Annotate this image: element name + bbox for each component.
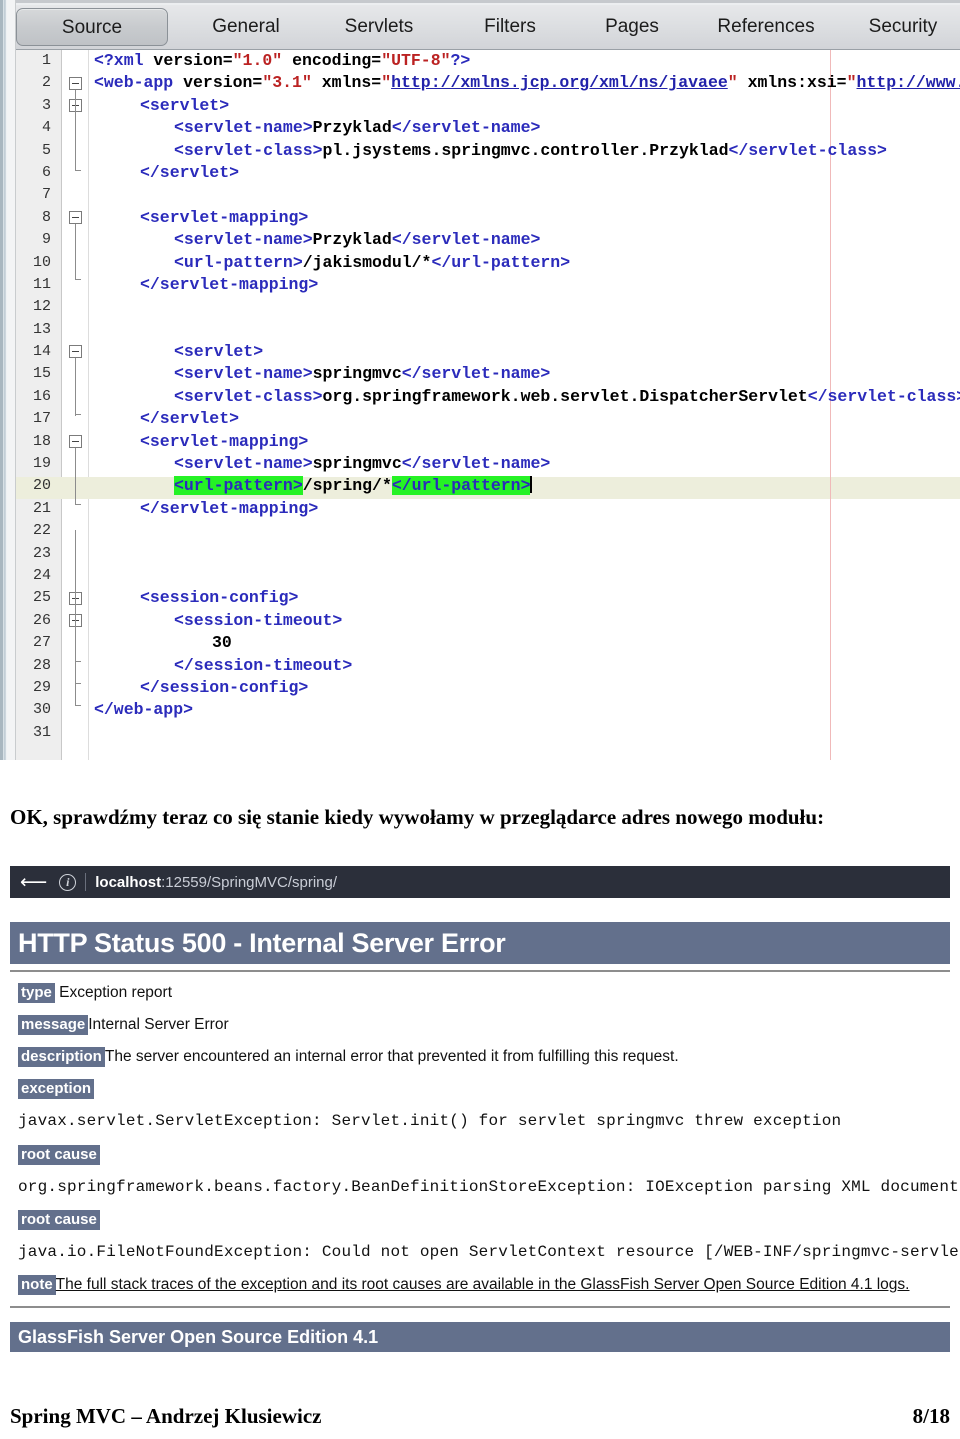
error-label-root-cause-2: root cause — [18, 1210, 100, 1230]
tab-pages[interactable]: Pages — [584, 8, 680, 46]
root-cause-label-2-row: root cause — [18, 1210, 100, 1230]
code-line: <servlet-name>Przyklad</servlet-name> — [174, 230, 541, 250]
http-status-banner: HTTP Status 500 - Internal Server Error — [10, 922, 950, 964]
tab-references[interactable]: References — [702, 8, 830, 46]
error-label-description: description — [18, 1047, 105, 1067]
code-line: <servlet> — [174, 342, 264, 362]
code-line: </servlet> — [140, 409, 240, 429]
code-line: </servlet-mapping> — [140, 274, 319, 294]
code-line: <session-timeout> — [174, 610, 343, 630]
window-left-panel — [7, 0, 16, 760]
code-line: </servlet-mapping> — [140, 498, 319, 518]
code-line: <session-config> — [140, 588, 299, 608]
tab-security[interactable]: Security — [848, 8, 958, 46]
xml-code-editor[interactable]: 1 2 3 4 5 6 7 8 9 10 11 12 13 14 15 16 17 18 19 20 21 22 23 24 2… — [16, 50, 960, 760]
url-path: :12559/SpringMVC/spring/ — [161, 873, 338, 891]
code-line: <servlet-name>springmvc</servlet-name> — [174, 454, 551, 474]
error-label-root-cause-1: root cause — [18, 1145, 100, 1165]
exception-stack-line: javax.servlet.ServletException: Servlet.… — [18, 1112, 842, 1130]
http-status-title: HTTP Status 500 - Internal Server Error — [18, 927, 506, 958]
code-line: <servlet-mapping> — [140, 431, 309, 451]
error-label-type: type — [18, 983, 55, 1003]
info-circle-icon[interactable]: i — [59, 873, 77, 891]
code-line: <servlet-class>org.springframework.web.s… — [174, 386, 960, 406]
browser-url-bar[interactable]: ⟵ i localhost:12559/SpringMVC/spring/ — [10, 866, 950, 898]
code-line: <?xml version="1.0" encoding="UTF-8"?> — [94, 51, 471, 70]
code-line: </servlet> — [140, 162, 240, 182]
tab-general[interactable]: General — [186, 8, 306, 46]
url-host: localhost — [95, 873, 162, 891]
code-line: <servlet-name>springmvc</servlet-name> — [174, 364, 551, 384]
code-line: <servlet-class>pl.jsystems.springmvc.con… — [174, 140, 887, 160]
tabstrip-top-highlight — [16, 3, 960, 5]
error-value-description: The server encountered an internal error… — [104, 1048, 679, 1065]
tab-source[interactable]: Source — [16, 8, 168, 46]
text-caret — [530, 476, 533, 494]
code-lines: <?xml version="1.0" encoding="UTF-8"?> <… — [16, 50, 960, 744]
code-line-selected: <url-pattern>/spring/*</url-pattern> — [174, 476, 533, 496]
tab-source-wrap: Source — [16, 8, 168, 46]
code-line: </web-app> — [94, 700, 194, 720]
browser-screenshot: ⟵ i localhost:12559/SpringMVC/spring/ HT… — [10, 866, 960, 1366]
glassfish-footer-text: GlassFish Server Open Source Edition 4.1 — [18, 1326, 379, 1347]
error-label-exception: exception — [18, 1079, 95, 1099]
code-line: <web-app version="3.1" xmlns="http://xml… — [94, 73, 960, 93]
root-cause-label-1-row: root cause — [18, 1145, 100, 1165]
error-value-message: Internal Server Error — [88, 1016, 229, 1033]
tab-servlets[interactable]: Servlets — [320, 8, 438, 46]
error-row-description: description The server encountered an int… — [18, 1047, 679, 1067]
error-row-type: type Exception report — [18, 983, 173, 1003]
error-label-note: note — [18, 1275, 56, 1295]
page-number: 8/18 — [912, 1404, 950, 1428]
error-value-type: Exception report — [54, 984, 173, 1001]
root-cause-line-1: org.springframework.beans.factory.BeanDe… — [18, 1178, 960, 1196]
error-label-message: message — [18, 1015, 89, 1035]
error-row-message: message Internal Server Error — [18, 1015, 229, 1035]
back-arrow-icon[interactable]: ⟵ — [20, 872, 47, 892]
window-left-border — [0, 0, 3, 760]
code-line: </session-config> — [140, 677, 309, 697]
url-divider — [85, 873, 87, 891]
root-cause-line-2: java.io.FileNotFoundException: Could not… — [18, 1243, 960, 1261]
code-line: <servlet-mapping> — [140, 207, 309, 227]
page-footer-title: Spring MVC – Andrzej Klusiewicz — [10, 1404, 322, 1428]
code-line: </session-timeout> — [174, 655, 353, 675]
error-row-exception: exception — [18, 1079, 95, 1099]
glassfish-footer-banner: GlassFish Server Open Source Edition 4.1 — [10, 1322, 950, 1352]
page-footer: Spring MVC – Andrzej Klusiewicz 8/18 — [0, 1404, 960, 1436]
document-page: Source General Servlets Filters Pages Re… — [0, 0, 960, 1439]
note-text: The full stack traces of the exception a… — [55, 1276, 910, 1293]
caption-text: OK, sprawdźmy teraz co się stanie kiedy … — [10, 805, 825, 829]
code-line: <url-pattern>/jakismodul/*</url-pattern> — [174, 252, 571, 272]
code-line: 30 — [212, 633, 232, 653]
divider-top — [10, 970, 950, 972]
code-line: <servlet-name>Przyklad</servlet-name> — [174, 118, 541, 138]
note-row: note The full stack traces of the excepti… — [18, 1275, 910, 1295]
tab-filters[interactable]: Filters — [460, 8, 560, 46]
netbeans-editor-screenshot: Source General Servlets Filters Pages Re… — [0, 0, 960, 760]
code-line: <servlet> — [140, 95, 230, 115]
divider-bottom — [10, 1306, 950, 1308]
editor-tabs: Source General Servlets Filters Pages Re… — [16, 7, 960, 47]
